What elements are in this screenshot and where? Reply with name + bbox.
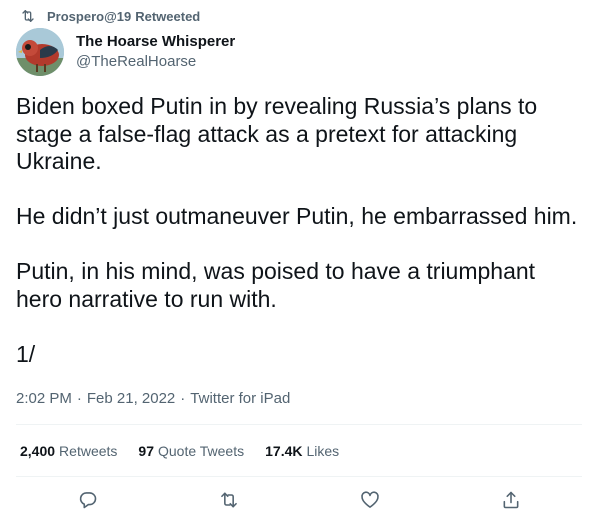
share-button[interactable] (500, 489, 522, 511)
retweet-context: Prospero@19 Retweeted (20, 7, 200, 25)
author-name[interactable]: The Hoarse Whisperer (76, 33, 235, 50)
quote-tweets-count: 97 (138, 443, 154, 459)
tweet-paragraph: 1/ (16, 340, 36, 367)
tweet-text: Biden boxed Putin in by revealing Russia… (16, 93, 586, 368)
tweet-paragraph: Putin, in his mind, was poised to have a… (16, 258, 536, 312)
meta-separator: · (180, 389, 186, 407)
retweet-icon (20, 8, 36, 24)
likes-count: 17.4K (265, 443, 303, 459)
tweet-time[interactable]: 2:02 PM (16, 390, 72, 407)
heart-icon (360, 490, 380, 510)
retweet-label: Retweeted (135, 8, 201, 24)
tweet-meta: 2:02 PM · Feb 21, 2022 · Twitter for iPa… (16, 389, 290, 407)
tweet-source: Twitter for iPad (190, 389, 291, 407)
quote-tweets-label: Quote Tweets (157, 443, 245, 459)
meta-separator: · (76, 389, 82, 407)
retweet-icon (219, 490, 239, 510)
reply-icon (78, 490, 98, 510)
tweet-date[interactable]: Feb 21, 2022 (87, 390, 175, 407)
reply-button[interactable] (77, 489, 99, 511)
tweet-paragraph: Biden boxed Putin in by revealing Russia… (16, 93, 538, 174)
tweet-actions (0, 489, 598, 513)
divider (16, 424, 582, 425)
quote-tweets-stat[interactable]: 97 Quote Tweets (138, 443, 244, 459)
retweets-label: Retweets (59, 443, 118, 459)
retweets-count: 2,400 (20, 443, 56, 459)
divider (16, 476, 582, 477)
tweet-stats: 2,400 Retweets 97 Quote Tweets 17.4K Lik… (20, 442, 360, 460)
author-handle[interactable]: @TheRealHoarse (76, 53, 196, 70)
retweet-button[interactable] (218, 489, 240, 511)
likes-stat[interactable]: 17.4K Likes (265, 443, 339, 459)
avatar[interactable] (16, 28, 64, 76)
tweet-paragraph: He didn’t just outmaneuver Putin, he emb… (16, 203, 578, 229)
retweets-stat[interactable]: 2,400 Retweets (20, 443, 117, 459)
likes-label: Likes (306, 443, 340, 459)
share-icon (501, 490, 521, 510)
like-button[interactable] (359, 489, 381, 511)
retweeter-name[interactable]: Prospero@19 (47, 9, 131, 24)
